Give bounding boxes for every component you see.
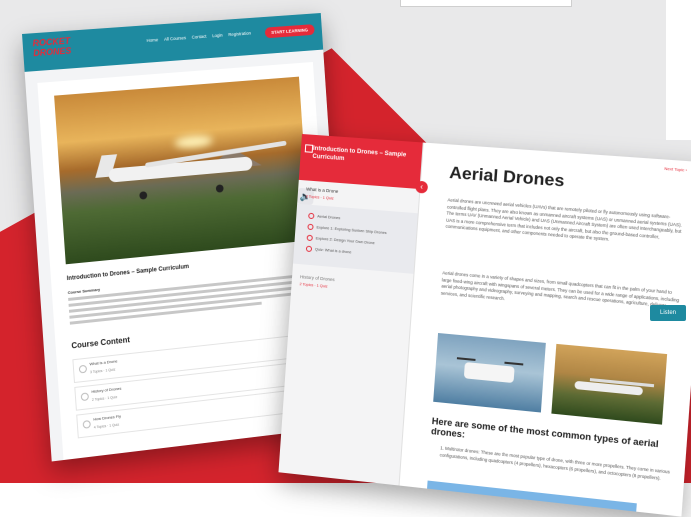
lesson-meta: 4 Topics · 1 Quiz xyxy=(93,422,120,430)
lesson-title: History of Drones xyxy=(91,385,122,395)
nav-contact[interactable]: Contact xyxy=(192,34,207,40)
content-banner xyxy=(427,480,637,512)
nav-home[interactable]: Home xyxy=(146,37,158,43)
nav-links: Home All Courses Contact Login Registrat… xyxy=(146,31,251,43)
fixed-wing-drone-photo xyxy=(551,343,668,425)
plane-wheel xyxy=(139,191,148,200)
lesson-title: How Drones Fly xyxy=(93,413,122,422)
topic-circle-icon xyxy=(306,234,313,242)
topic-item[interactable]: Aerial Drones xyxy=(308,212,341,222)
quiz-label: Quiz: What is a drone xyxy=(314,247,352,255)
course-summary-label: Course Summary xyxy=(67,286,101,295)
lesson-circle-icon xyxy=(80,392,90,402)
course-title: Introduction to Drones – Sample Curricul… xyxy=(66,264,190,283)
rocket-drones-logo[interactable]: ROCKET DRONES xyxy=(32,34,89,66)
propeller xyxy=(456,357,476,361)
start-learning-button[interactable]: START LEARNING xyxy=(264,24,315,39)
plane-wheel xyxy=(215,184,224,193)
background-card-edge xyxy=(400,0,572,7)
topic-circle-icon xyxy=(308,212,315,220)
summary-text-line xyxy=(68,279,304,307)
topic-label: Explore 2: Design Your Own Drone xyxy=(315,236,375,246)
section-meta: 2 Topics · 1 Quiz xyxy=(299,282,328,289)
quadcopter-photo xyxy=(433,332,546,413)
lesson-screenshot: Introduction to Drones – Sample Curricul… xyxy=(278,134,691,517)
lesson-circle-icon xyxy=(78,364,88,374)
lesson-paragraph: Aerial drones come in a variety of shape… xyxy=(440,270,680,308)
section-title[interactable]: History of Drones xyxy=(300,274,335,282)
nav-all-courses[interactable]: All Courses xyxy=(164,35,186,41)
lesson-meta: 3 Topics · 1 Quiz xyxy=(89,367,116,375)
sidebar-header: Introduction to Drones – Sample Curricul… xyxy=(298,134,423,190)
sun-glow xyxy=(174,134,214,150)
course-content-heading: Course Content xyxy=(71,335,131,351)
collapse-sidebar-icon[interactable]: ‹ xyxy=(415,180,429,194)
lesson-meta: 2 Topics · 1 Quiz xyxy=(91,395,118,402)
topic-item[interactable]: Explore 1: Exploring Sunken Ship Drones xyxy=(307,223,387,236)
lesson-paragraph: Aerial drones are uncrewed aerial vehicl… xyxy=(445,197,683,242)
next-topic-link[interactable]: Next Topic › xyxy=(664,166,687,173)
topic-item[interactable]: Explore 2: Design Your Own Drone xyxy=(306,234,375,247)
background-white-strip xyxy=(666,0,691,140)
lesson-content: Next Topic › Aerial Drones Aerial drones… xyxy=(407,143,691,516)
lesson-heading: Aerial Drones xyxy=(448,162,566,191)
sidebar-course-title: Introduction to Drones – Sample Curricul… xyxy=(312,145,407,163)
nav-login[interactable]: Login xyxy=(212,33,223,39)
topic-label: Explore 1: Exploring Sunken Ship Drones xyxy=(316,225,387,236)
drone-body xyxy=(463,362,515,384)
topic-circle-icon xyxy=(307,223,314,231)
quiz-item[interactable]: Quiz: What is a drone xyxy=(305,245,352,256)
lesson-circle-icon xyxy=(82,420,91,429)
quiz-icon xyxy=(305,245,313,253)
propeller xyxy=(504,361,524,366)
lesson-title: What is a Drone xyxy=(89,358,118,367)
nav-registration[interactable]: Registration xyxy=(228,31,251,37)
lesson-sidebar: Introduction to Drones – Sample Curricul… xyxy=(278,134,424,486)
section-topics: Aerial Drones Explore 1: Exploring Sunke… xyxy=(292,203,418,274)
course-hero-image xyxy=(54,76,310,265)
topic-label: Aerial Drones xyxy=(317,214,341,221)
listen-button[interactable]: Listen xyxy=(650,305,686,321)
